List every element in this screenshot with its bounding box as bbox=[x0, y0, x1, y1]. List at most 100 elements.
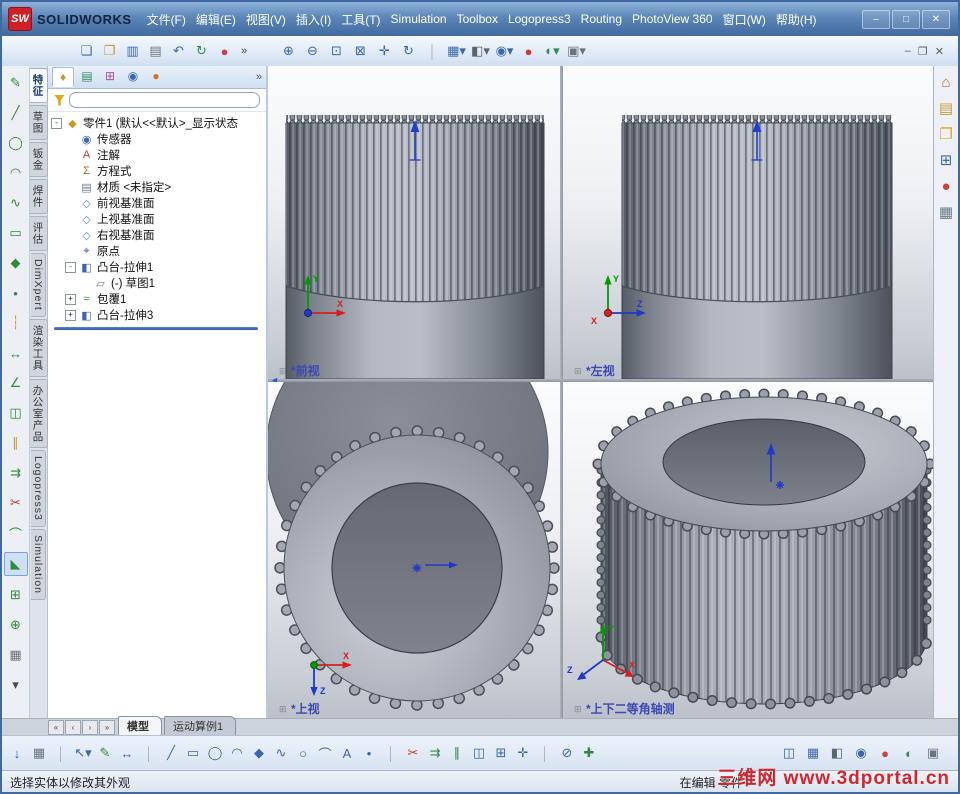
zoom-fit-icon[interactable]: ⊠ bbox=[350, 41, 371, 62]
feature-tree-item[interactable]: ▱ (-) 草图1 bbox=[48, 275, 266, 291]
separator-icon[interactable]: │ bbox=[422, 41, 443, 62]
feature-tree-item[interactable]: ▤ 材质 <未指定> bbox=[48, 179, 266, 195]
offset-icon[interactable]: ∥ bbox=[448, 742, 466, 764]
rectangle-icon[interactable]: ▭ bbox=[184, 742, 202, 764]
menu-item[interactable]: Toolbox bbox=[452, 9, 503, 29]
view-palette-icon[interactable]: ⊞ bbox=[940, 152, 953, 169]
feature-tree-item[interactable]: - ◧ 凸台-拉伸1 bbox=[48, 259, 266, 275]
camera-icon[interactable]: ▣ bbox=[924, 742, 942, 764]
dimension-icon[interactable]: ↔ bbox=[5, 342, 27, 364]
point-icon[interactable]: • bbox=[360, 742, 378, 764]
viewport-isometric[interactable]: Y X Z ⊞ *上下二等角轴测 bbox=[563, 382, 933, 718]
menu-item[interactable]: 视图(V) bbox=[241, 8, 291, 31]
minimize-button[interactable]: – bbox=[862, 9, 890, 29]
circular-pattern-icon[interactable]: ⊕ bbox=[5, 614, 27, 636]
repair-sketch-icon[interactable]: ✚ bbox=[580, 742, 598, 764]
tree-expander[interactable] bbox=[65, 182, 76, 193]
feature-tree-item[interactable]: + ≈ 包覆1 bbox=[48, 291, 266, 307]
commandmanager-tab[interactable]: Logopress3 bbox=[31, 450, 46, 528]
convert-entities-icon[interactable]: ⇉ bbox=[426, 742, 444, 764]
menu-item[interactable]: Logopress3 bbox=[503, 9, 576, 29]
tree-expander[interactable] bbox=[65, 214, 76, 225]
commandmanager-tab[interactable]: DimXpert bbox=[31, 253, 46, 317]
tree-expander[interactable] bbox=[65, 134, 76, 145]
toolbar-overflow-chevron[interactable]: » bbox=[241, 45, 247, 57]
viewport-front[interactable]: Y X ⊞ *前视 bbox=[268, 66, 560, 379]
rectangle-icon[interactable]: ▭ bbox=[5, 222, 27, 244]
menu-item[interactable]: PhotoView 360 bbox=[627, 9, 718, 29]
tree-expander[interactable] bbox=[65, 246, 76, 257]
polygon-icon[interactable]: ◆ bbox=[250, 742, 268, 764]
tree-expander[interactable] bbox=[79, 278, 90, 289]
viewport-left[interactable]: Y Z X ⊞ *左视 bbox=[563, 66, 933, 379]
dimxpertmanager-icon[interactable]: ◉ bbox=[123, 67, 143, 85]
manager-overflow-chevron[interactable]: » bbox=[256, 71, 262, 83]
offset-icon[interactable]: ∥ bbox=[5, 432, 27, 454]
hide-show-items-icon[interactable]: ◉▾ bbox=[494, 41, 515, 62]
circle-icon[interactable]: ◯ bbox=[5, 132, 27, 154]
displaymanager-icon[interactable]: ● bbox=[146, 67, 166, 85]
open-document-icon[interactable]: ❐ bbox=[99, 41, 120, 62]
circle-icon[interactable]: ◯ bbox=[206, 742, 224, 764]
trim-icon[interactable]: ✂ bbox=[5, 492, 27, 514]
edit-appearance-icon[interactable]: ● bbox=[876, 742, 894, 764]
line-icon[interactable]: ╱ bbox=[162, 742, 180, 764]
mirror-icon[interactable]: ◫ bbox=[5, 402, 27, 424]
linear-pattern-icon[interactable]: ⊞ bbox=[492, 742, 510, 764]
featuremanager-tree-icon[interactable]: ♦ bbox=[52, 67, 74, 87]
new-document-icon[interactable]: ❏ bbox=[76, 41, 97, 62]
feature-tree-item[interactable]: ◇ 前视基准面 bbox=[48, 195, 266, 211]
display-delete-relations-icon[interactable]: ⊘ bbox=[558, 742, 576, 764]
doc-restore-button[interactable]: ❐ bbox=[918, 45, 928, 58]
feature-tree-item[interactable]: ◇ 右视基准面 bbox=[48, 227, 266, 243]
menu-item[interactable]: 工具(T) bbox=[336, 8, 385, 31]
separator-icon[interactable]: │ bbox=[140, 742, 158, 764]
fillet-icon[interactable]: ⌒ bbox=[5, 522, 27, 544]
sketch-icon[interactable]: ✎ bbox=[96, 742, 114, 764]
mirror-icon[interactable]: ◫ bbox=[470, 742, 488, 764]
separator-icon[interactable]: │ bbox=[52, 742, 70, 764]
tree-expander[interactable] bbox=[65, 198, 76, 209]
zoom-area-icon[interactable]: ⊡ bbox=[326, 41, 347, 62]
rollback-bar[interactable] bbox=[54, 327, 258, 330]
chamfer-icon[interactable]: ◣ bbox=[3, 552, 28, 576]
arc-icon[interactable]: ◠ bbox=[228, 742, 246, 764]
study-tab[interactable]: 运动算例1 bbox=[164, 716, 237, 735]
last-tab-button[interactable]: » bbox=[99, 720, 115, 735]
file-explorer-icon[interactable]: ❐ bbox=[939, 126, 952, 143]
tree-expander[interactable]: - bbox=[65, 261, 76, 273]
separator-icon[interactable]: │ bbox=[382, 742, 400, 764]
feature-tree-item[interactable]: ⌖ 原点 bbox=[48, 243, 266, 259]
doc-close-button[interactable]: ✕ bbox=[935, 45, 944, 58]
tree-expander[interactable]: - bbox=[51, 117, 62, 129]
maximize-button[interactable]: □ bbox=[892, 9, 920, 29]
text-icon[interactable]: A bbox=[338, 742, 356, 764]
prev-tab-button[interactable]: ‹ bbox=[65, 720, 81, 735]
tree-expander[interactable]: + bbox=[65, 309, 76, 321]
home-icon[interactable]: ⌂ bbox=[941, 74, 950, 91]
fillet-icon[interactable]: ⌒ bbox=[316, 742, 334, 764]
spline-icon[interactable]: ∿ bbox=[272, 742, 290, 764]
camera-icon[interactable]: ▣▾ bbox=[566, 41, 587, 62]
viewport-top[interactable]: X Z ⊞ *上视 bbox=[268, 382, 560, 718]
trim-icon[interactable]: ✂ bbox=[404, 742, 422, 764]
zoom-in-icon[interactable]: ⊕ bbox=[278, 41, 299, 62]
first-tab-button[interactable]: « bbox=[48, 720, 64, 735]
centerline-icon[interactable]: ┆ bbox=[5, 312, 27, 334]
grid-icon[interactable]: ▦ bbox=[30, 742, 48, 764]
commandmanager-tab[interactable]: 评估 bbox=[29, 216, 48, 251]
spline-icon[interactable]: ∿ bbox=[5, 192, 27, 214]
tree-expander[interactable] bbox=[65, 166, 76, 177]
smart-dimension-icon[interactable]: ↔ bbox=[118, 742, 136, 764]
ellipse-icon[interactable]: ○ bbox=[294, 742, 312, 764]
snap-icon[interactable]: ↓ bbox=[8, 742, 26, 764]
zoom-out-icon[interactable]: ⊖ bbox=[302, 41, 323, 62]
view-orientation-icon[interactable]: ▦ bbox=[804, 742, 822, 764]
feature-tree-item[interactable]: A 注解 bbox=[48, 147, 266, 163]
appearance-ball-icon[interactable]: ● bbox=[518, 41, 539, 62]
tree-expander[interactable] bbox=[65, 150, 76, 161]
save-icon[interactable]: ▥ bbox=[122, 41, 143, 62]
view-orientation-icon[interactable]: ▦▾ bbox=[446, 41, 467, 62]
linear-pattern-icon[interactable]: ⊞ bbox=[5, 584, 27, 606]
menu-item[interactable]: 编辑(E) bbox=[191, 8, 241, 31]
